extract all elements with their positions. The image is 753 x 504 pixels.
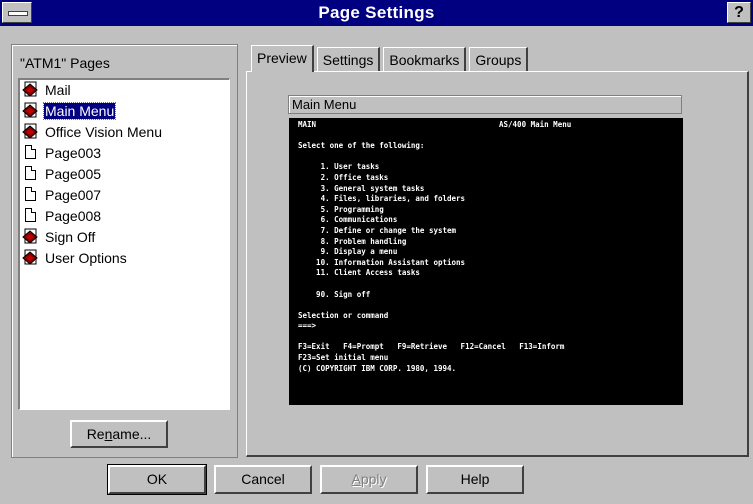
screen-header-right: AS/400 Main Menu [499,120,572,129]
apply-label-rest: pply [360,471,387,487]
diamond-page-icon [22,81,40,99]
page-list-item[interactable]: Page007 [22,185,102,205]
page-list-item-label: Page008 [45,208,102,224]
rename-label-suffix: ame... [112,426,152,442]
page-list-item[interactable]: Page003 [22,143,102,163]
screen-lines: Select one of the following: 1. User tas… [298,131,564,375]
page-list-item-label: Mail [45,82,71,98]
page-list-item[interactable]: Main Menu [22,101,117,121]
apply-label-mnemonic: A [351,471,361,487]
preview-page-name: Main Menu [288,95,682,114]
screen-line: F3=Exit F4=Prompt F9=Retrieve F12=Cancel… [298,342,565,352]
page-list-item-label: User Options [45,250,127,266]
rename-label-prefix: Re [86,426,105,442]
page-settings-dialog: Page Settings ? "ATM1" Pages Mail Main Me… [0,0,753,504]
window-title: Page Settings [318,3,435,22]
page-list-item-label: Sign Off [45,229,96,245]
screen-line [298,279,564,290]
screen-line: 9. Display a menu [298,247,398,257]
help-question-button[interactable]: ? [727,2,751,23]
screen-line: 1. User tasks [298,162,380,172]
tab-preview[interactable]: Preview [251,45,314,72]
pages-group-title: "ATM1" Pages [20,55,110,71]
document-icon [22,186,40,204]
tab-bookmarks[interactable]: Bookmarks [383,47,467,71]
page-list-item-label: Office Vision Menu [45,124,162,140]
page-list-item-label: Main Menu [42,102,117,120]
screen-line [298,131,564,142]
page-list-item-label: Page003 [45,145,102,161]
help-button[interactable]: Help [426,465,524,494]
page-list-item[interactable]: Page008 [22,206,102,226]
tab-settings[interactable]: Settings [316,47,381,71]
diamond-page-icon [22,249,40,267]
screen-line: 4. Files, libraries, and folders [298,194,466,204]
screen-line: (C) COPYRIGHT IBM CORP. 1980, 1994. [298,363,457,373]
pages-listbox[interactable]: Mail Main Menu Office Vision Menu Page003 Pa… [18,78,230,410]
screen-line: 10. Information Assistant options [298,257,466,267]
screen-line [298,332,564,343]
screen-line: Select one of the following: [298,141,425,151]
diamond-page-icon [22,228,40,246]
screen-line [298,300,564,311]
page-list-item-label: Page005 [45,166,102,182]
tab-groups[interactable]: Groups [469,47,529,71]
apply-button[interactable]: Apply [320,465,418,494]
document-icon [22,207,40,225]
screen-line: 3. General system tasks [298,183,425,193]
screen-line: 8. Problem handling [298,236,407,246]
page-list-item[interactable]: Office Vision Menu [22,122,163,142]
screen-line [298,152,564,163]
screen-line: 90. Sign off [298,289,371,299]
cancel-button[interactable]: Cancel [214,465,312,494]
screen-line: 5. Programming [298,204,384,214]
page-list-item[interactable]: User Options [22,248,128,268]
rename-button[interactable]: Rename... [70,420,168,448]
diamond-page-icon [22,123,40,141]
screen-line: 6. Communications [298,215,398,225]
page-list-item[interactable]: Sign Off [22,227,96,247]
screen-header-left: MAIN [298,120,317,129]
screen-line: 11. Client Access tasks [298,268,420,278]
page-list-item[interactable]: Mail [22,80,72,100]
document-icon [22,165,40,183]
screen-line: 7. Define or change the system [298,225,457,235]
page-list-item[interactable]: Page005 [22,164,102,184]
document-icon [22,144,40,162]
screen-line: F23=Set initial menu [298,353,389,363]
screen-line: Selection or command [298,310,389,320]
page-list-item-label: Page007 [45,187,102,203]
ok-button[interactable]: OK [107,464,207,495]
title-bar: Page Settings ? [0,0,753,26]
diamond-page-icon [22,102,40,120]
screen-line: 2. Office tasks [298,172,389,182]
tab-strip: Preview Settings Bookmarks Groups [251,45,531,72]
emulator-screen-preview: MAIN AS/400 Main Menu Select one of the … [289,118,683,405]
screen-line: ===> [298,321,317,331]
